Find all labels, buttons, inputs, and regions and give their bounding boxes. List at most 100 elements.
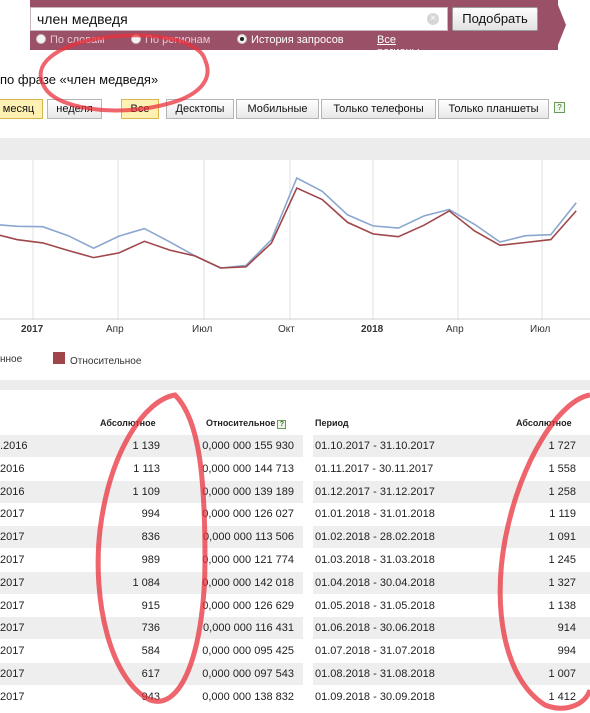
period-cell: 2017 [0,554,25,566]
legend-absolute: нное [0,354,23,365]
col-header-period: Период [315,418,349,428]
absolute-cell: 1 007 [548,668,576,680]
table-row: 01.07.2018 - 31.07.2018 994 [313,640,590,662]
search-query: член медведя [37,11,128,27]
mode-by-words[interactable]: По словам [36,34,105,46]
section-divider [0,380,590,390]
period-cell: 01.10.2017 - 31.10.2017 [315,440,435,452]
legend-relative-swatch [53,352,65,364]
mode-history[interactable]: История запросов [237,34,344,46]
radio-selected-icon [237,34,247,44]
absolute-cell: 989 [141,554,160,566]
help-icon[interactable]: ? [554,102,565,113]
tab-device-tablets[interactable]: Только планшеты [438,99,549,119]
period-cell: 01.06.2018 - 30.06.2018 [315,622,435,635]
period-cell: 2017 [0,690,25,703]
table-row: 01.03.2018 - 31.03.2018 1 245 [313,549,590,571]
legend-relative: Относительное [70,356,142,367]
period-cell: 2017 [0,531,25,544]
period-cell: 2017 [0,508,25,521]
chart-header-bar [0,138,590,160]
tab-device-mobile[interactable]: Мобильные [236,99,319,119]
period-cell: 2016 [0,485,25,498]
table-row: 2017 994 0,000 000 126 027 [0,503,303,525]
table-row: 01.01.2018 - 31.01.2018 1 119 [313,503,590,525]
x-tick-label: Апр [446,324,464,335]
period-cell: 01.07.2018 - 31.07.2018 [315,645,435,658]
period-cell: 2017 [0,645,25,658]
table-row: .2016 1 139 0,000 000 155 930 [0,435,303,457]
absolute-cell: 1 109 [132,485,160,498]
table-row: 01.05.2018 - 31.05.2018 1 138 [313,595,590,617]
absolute-cell: 914 [557,622,576,635]
absolute-cell: 1 113 [133,462,160,475]
table-row: 01.04.2018 - 30.04.2018 1 327 [313,571,590,594]
mode-history-label: История запросов [251,34,344,46]
relative-cell: 0,000 000 138 832 [202,690,294,703]
relative-cell: 0,000 000 097 543 [202,668,294,680]
tab-device-all[interactable]: Все [121,99,159,119]
x-tick-label: Июл [192,324,213,335]
absolute-cell: 736 [141,622,160,635]
period-cell: 01.01.2018 - 31.01.2018 [315,508,435,521]
period-cell: 01.09.2018 - 30.09.2018 [315,690,435,703]
mode-by-regions-label: По регионам [145,34,211,46]
relative-cell: 0,000 000 095 425 [202,645,294,658]
tab-device-phones[interactable]: Только телефоны [321,99,436,119]
absolute-cell: 994 [557,645,576,658]
table-row: 01.09.2018 - 30.09.2018 1 412 [313,686,590,708]
period-cell: 2017 [0,576,25,589]
table-row: 2017 1 084 0,000 000 142 018 [0,571,303,594]
period-cell: 2017 [0,668,25,680]
absolute-cell: 994 [141,508,160,521]
relative-cell: 0,000 000 121 774 [202,554,294,566]
relative-cell: 0,000 000 113 506 [203,531,294,544]
absolute-cell: 1 138 [548,599,576,612]
x-tick-label: Окт [278,324,295,335]
absolute-cell: 1 084 [132,576,160,589]
pick-button[interactable]: Подобрать [452,7,538,31]
table-row: 2017 915 0,000 000 126 629 [0,595,303,617]
absolute-cell: 617 [141,668,160,680]
relative-cell: 0,000 000 144 713 [202,462,294,475]
table-row: 01.10.2017 - 31.10.2017 1 727 [313,435,590,457]
tab-period-week[interactable]: неделя [47,99,102,119]
phrase-title: по фразе «член медведя» [0,72,159,87]
absolute-cell: 1 139 [132,440,160,452]
tab-device-desktop[interactable]: Десктопы [166,99,234,119]
table-row: 2016 1 109 0,000 000 139 189 [0,480,303,503]
absolute-cell: 1 258 [548,485,576,498]
period-cell: 2016 [0,462,25,475]
mode-by-regions[interactable]: По регионам [131,34,210,46]
table-row: 2017 943 0,000 000 138 832 [0,686,303,708]
table-row: 01.11.2017 - 30.11.2017 1 558 [313,458,590,480]
tab-period-month[interactable]: месяц [0,99,43,119]
search-input[interactable]: член медведя × [30,7,448,31]
absolute-cell: 836 [141,531,160,544]
relative-cell: 0,000 000 126 027 [202,508,294,521]
period-cell: 2017 [0,622,25,635]
absolute-cell: 1 412 [548,690,576,703]
table-row: 01.02.2018 - 28.02.2018 1 091 [313,526,590,549]
table-row: 2017 617 0,000 000 097 543 [0,663,303,685]
help-icon[interactable]: ? [277,420,287,429]
period-cell: 01.04.2018 - 30.04.2018 [315,576,435,589]
search-panel-arrow [556,0,566,50]
history-chart [0,160,590,320]
relative-cell: 0,000 000 142 018 [202,576,294,589]
relative-cell: 0,000 000 116 431 [203,622,294,635]
absolute-cell: 1 558 [548,462,576,475]
x-tick-label: 2018 [361,324,384,335]
close-icon[interactable]: × [427,13,439,25]
series-line-absolute [0,176,577,269]
x-tick-label: 2017 [21,324,44,335]
all-regions-link[interactable]: Все регионы [377,34,420,58]
table-row: 2017 584 0,000 000 095 425 [0,640,303,662]
table-row: 01.12.2017 - 31.12.2017 1 258 [313,480,590,503]
table-row: 2017 989 0,000 000 121 774 [0,549,303,571]
table-row: 01.08.2018 - 31.08.2018 1 007 [313,663,590,685]
absolute-cell: 1 091 [548,531,576,544]
period-cell: 01.08.2018 - 31.08.2018 [315,668,435,680]
mode-by-words-label: По словам [50,34,105,46]
relative-cell: 0,000 000 139 189 [202,485,294,498]
